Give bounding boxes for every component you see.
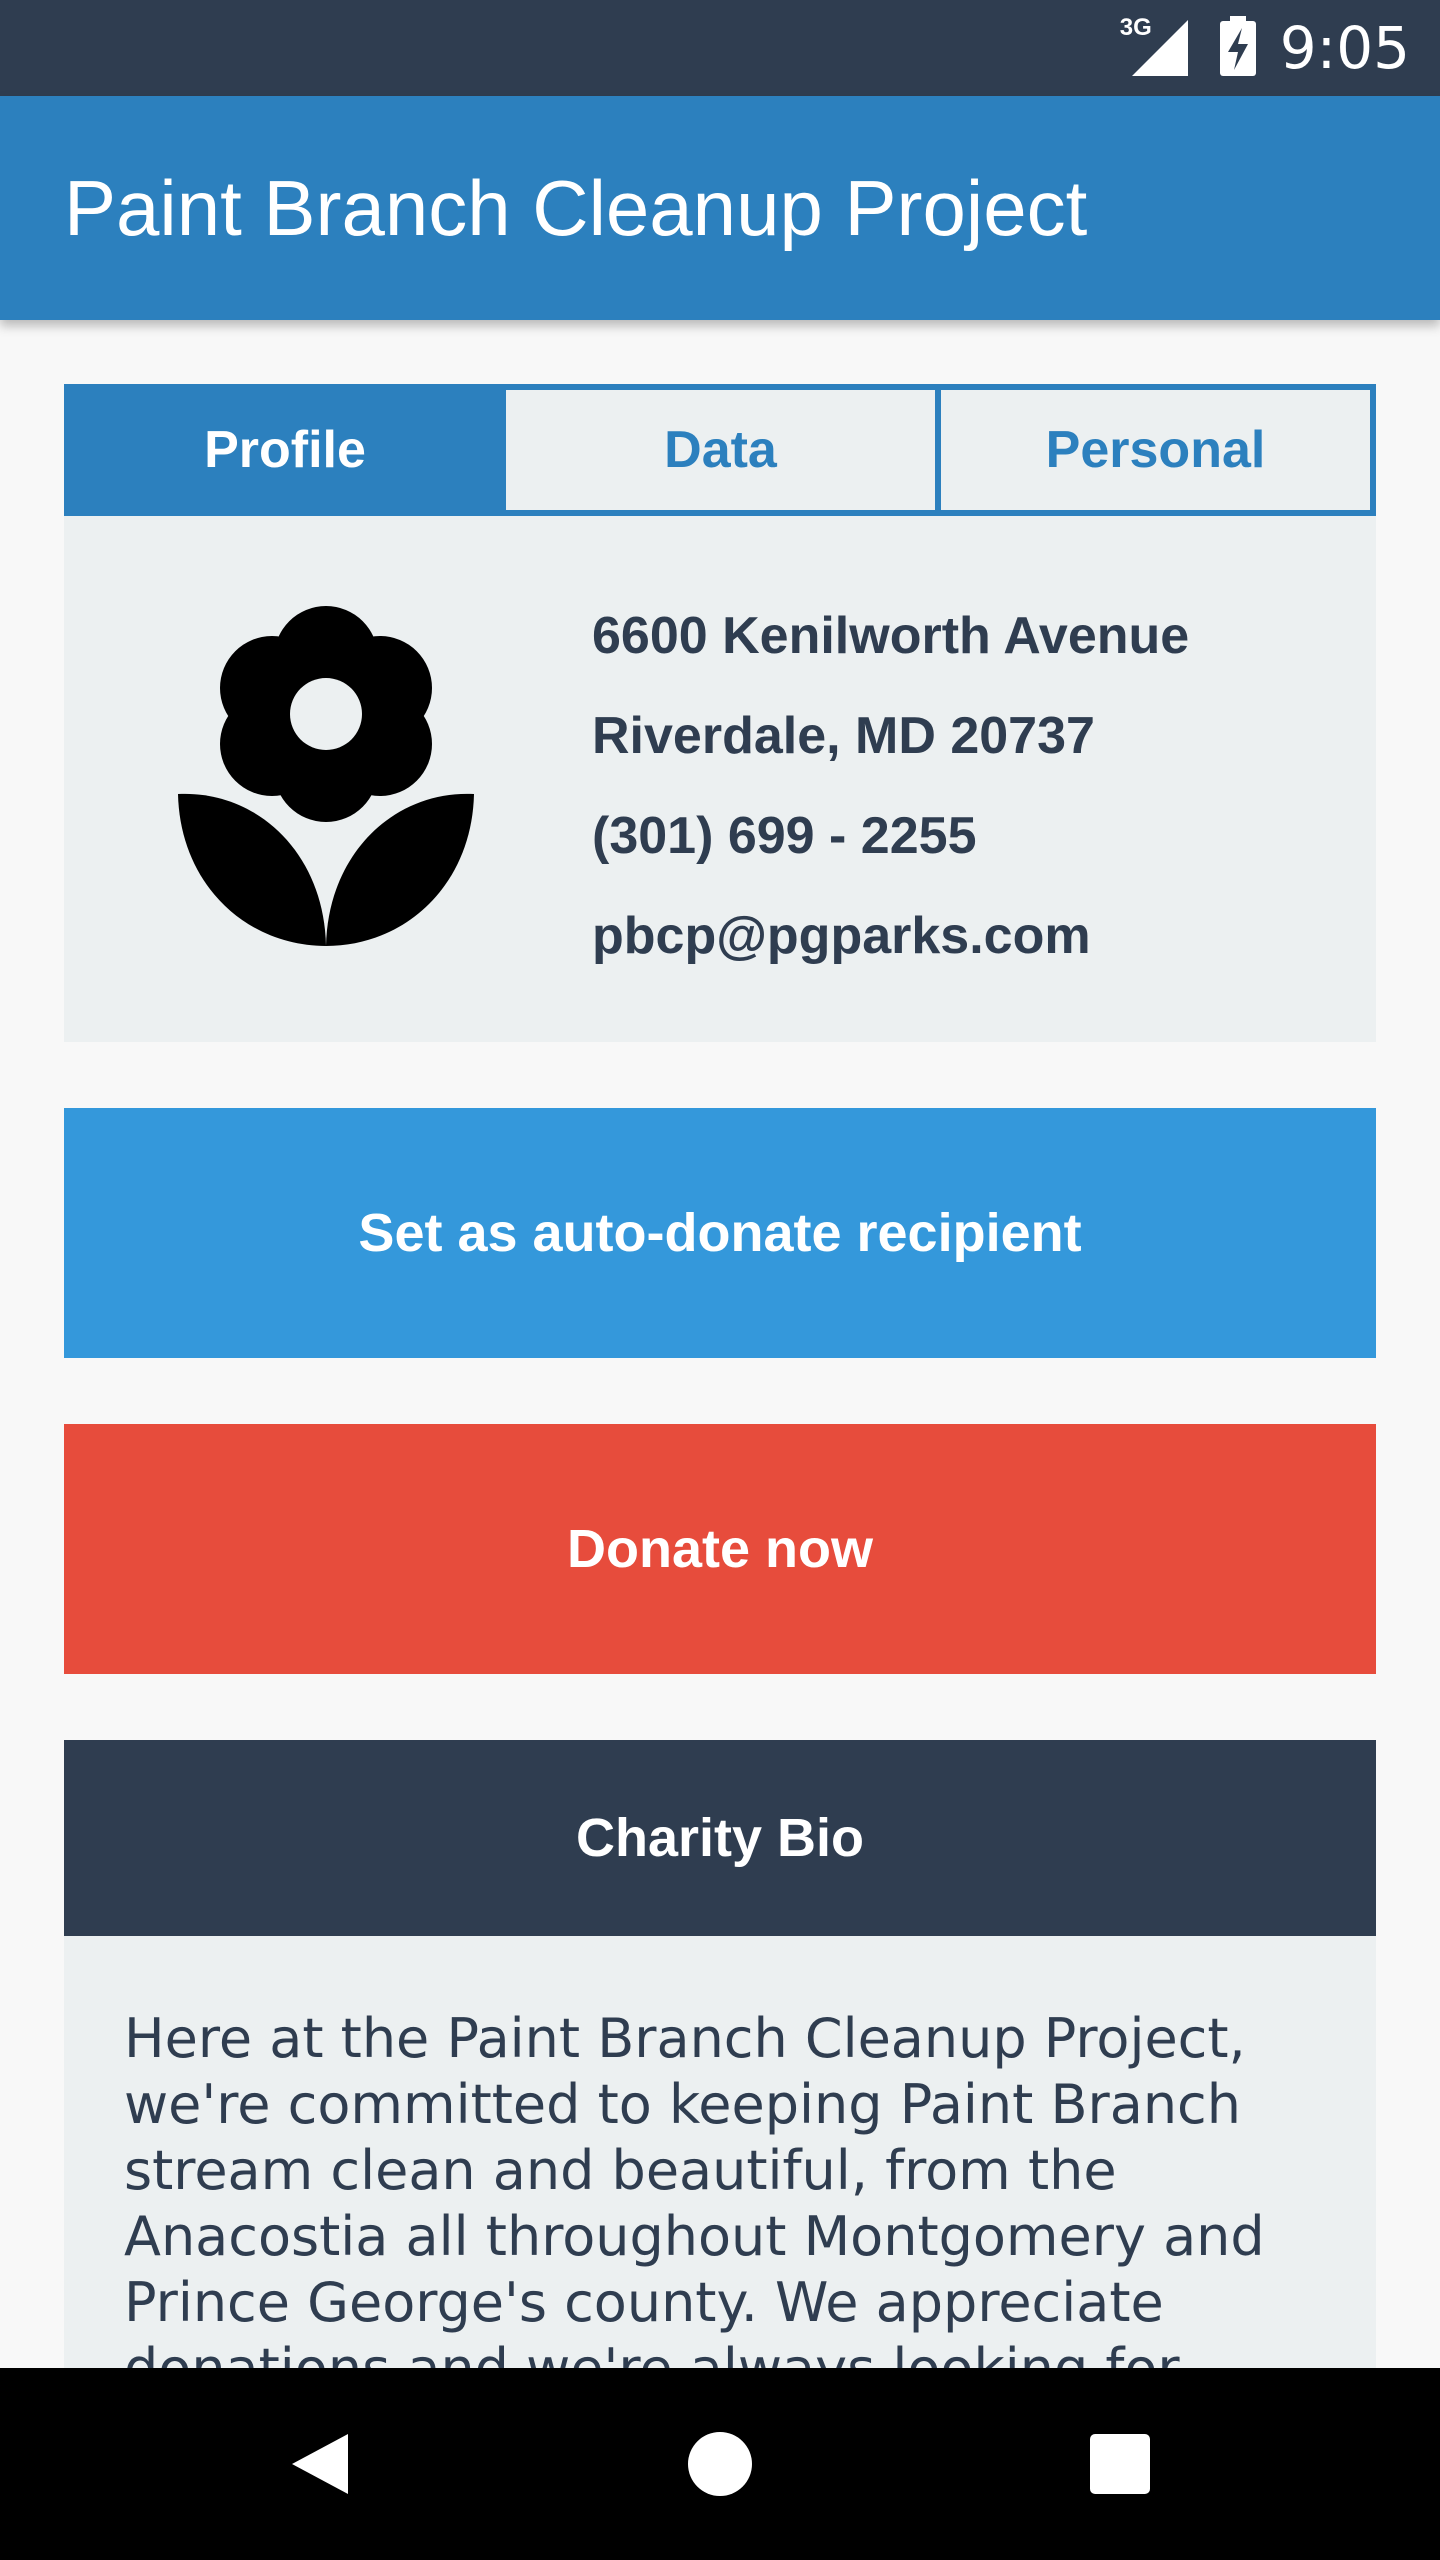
status-time: 9:05 [1279,14,1410,82]
flower-icon [176,594,476,964]
phone-number: (301) 699 - 2255 [592,807,977,865]
home-icon[interactable] [670,2414,770,2514]
tab-personal[interactable]: Personal [941,384,1376,516]
back-icon[interactable] [270,2414,370,2514]
auto-donate-button[interactable]: Set as auto-donate recipient [64,1108,1376,1358]
address-line-2: Riverdale, MD 20737 [592,707,1095,765]
address-line-1: 6600 Kenilworth Avenue [592,607,1190,665]
tab-data[interactable]: Data [506,384,941,516]
recents-icon[interactable] [1070,2414,1170,2514]
tab-bar: Profile Data Personal [64,384,1376,516]
status-bar: 3G 9:05 [0,0,1440,96]
navigation-bar [0,2368,1440,2560]
bio-header: Charity Bio [64,1740,1376,1936]
bio-panel[interactable]: Here at the Paint Branch Cleanup Project… [64,1936,1376,2368]
signal-icon: 3G [1120,14,1196,78]
tab-profile[interactable]: Profile [64,384,506,516]
app-bar: Paint Branch Cleanup Project [0,96,1440,320]
page-title: Paint Branch Cleanup Project [64,164,1088,252]
bio-text: Here at the Paint Branch Cleanup Project… [124,2007,1265,2368]
profile-card: 6600 Kenilworth Avenue Riverdale, MD 207… [64,516,1376,1042]
battery-charging-icon [1218,15,1258,81]
donate-now-button[interactable]: Donate now [64,1424,1376,1674]
email-address: pbcp@pgparks.com [592,907,1091,965]
network-type: 3G [1119,14,1152,41]
contact-info: 6600 Kenilworth Avenue Riverdale, MD 207… [592,586,1189,986]
status-icons: 3G 9:05 [1120,0,1410,96]
